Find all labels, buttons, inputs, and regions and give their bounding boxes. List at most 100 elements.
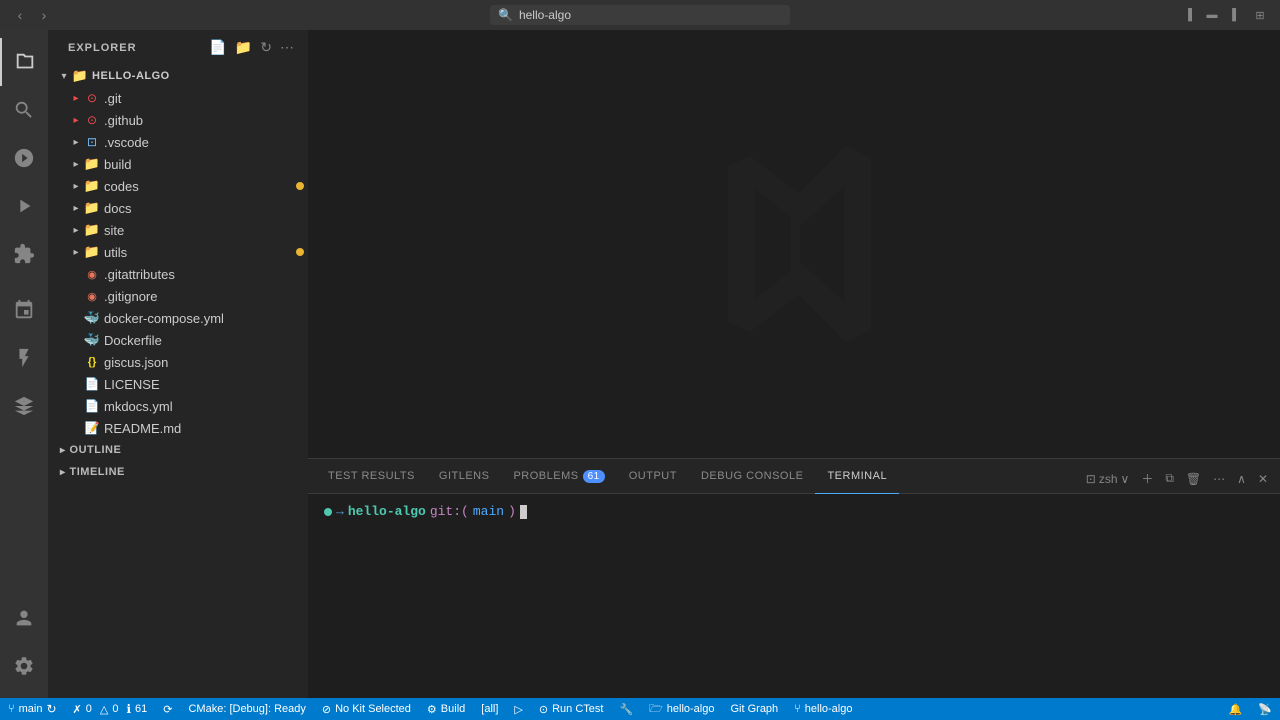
editor-area [308,30,1280,458]
tree-item-dockerfile[interactable]: ▸ 🐳 Dockerfile [48,329,308,351]
tab-output[interactable]: OUTPUT [617,459,689,494]
git-branch-icon: ⑂ [8,703,15,715]
activity-item-settings[interactable] [0,642,48,690]
tree-root[interactable]: ▾ 📁 HELLO-ALGO [48,65,308,87]
toggle-panel-button[interactable]: ▬ [1202,7,1222,23]
tree-item-docs[interactable]: ▸ 📁 docs [48,197,308,219]
status-cmake[interactable]: CMake: [Debug]: Ready [180,698,313,720]
vscode-logo-watermark [684,134,904,354]
tab-gitlens[interactable]: GITLENS [427,459,502,494]
tree-item-giscus[interactable]: ▸ {} giscus.json [48,351,308,373]
status-sync-btn[interactable]: ⟳ [155,698,180,720]
status-all-target[interactable]: [all] [473,698,506,720]
activity-item-run[interactable] [0,182,48,230]
status-branch[interactable]: ⑂ main ↻ [0,698,65,720]
search-bar[interactable]: 🔍 hello-algo [490,5,790,25]
terminal-directory: hello-algo [348,502,426,523]
tree-item-label: docs [104,201,308,216]
add-terminal-button[interactable]: ＋ [1137,468,1157,489]
tree-item-mkdocs[interactable]: ▸ 📄 mkdocs.yml [48,395,308,417]
problems-badge: 61 [583,470,605,483]
terminal-cursor [520,505,527,519]
testing-icon [13,347,35,369]
status-build[interactable]: ⚙ Build [419,698,473,720]
tree-item-utils[interactable]: ▸ 📁 utils [48,241,308,263]
tree-item-gitattributes[interactable]: ▸ ◉ .gitattributes [48,263,308,285]
maximize-panel-button[interactable]: ∧ [1233,470,1250,488]
trash-terminal-button[interactable]: 🗑 [1182,470,1205,488]
split-terminal-button[interactable]: ⧉ [1161,469,1178,488]
new-folder-button[interactable]: 📁 [233,37,254,58]
status-notifications[interactable]: 🔔 [1221,698,1251,720]
activity-item-remote[interactable] [0,286,48,334]
status-bar-left: ⑂ main ↻ ✗ 0 △ 0 ℹ 61 ⟳ CMake: [Debug]: … [0,698,860,720]
branch-name-label: hello-algo [805,703,853,715]
collapse-all-button[interactable]: ⋯ [278,37,296,58]
back-button[interactable]: ‹ [10,5,30,25]
status-cpp-tools[interactable]: 🔧 [611,698,641,720]
activity-item-cmake[interactable] [0,382,48,430]
refresh-button[interactable]: ↻ [258,37,274,58]
activity-item-explorer[interactable] [0,38,48,86]
tree-item-readme[interactable]: ▸ 📝 README.md [48,417,308,439]
status-folder[interactable]: 🗁 hello-algo [641,698,722,720]
activity-item-git[interactable] [0,134,48,182]
activity-item-testing[interactable] [0,334,48,382]
build-icon: ⚙ [427,703,437,716]
status-branch-name[interactable]: ⑂ hello-algo [786,698,860,720]
toggle-sidebar-button[interactable]: ▐ [1178,7,1198,23]
tab-label: TERMINAL [827,470,887,482]
panel-tabs: TEST RESULTS GITLENS PROBLEMS 61 OUTPUT … [308,459,1280,494]
status-git-graph[interactable]: Git Graph [722,698,786,720]
settings-icon [13,655,35,677]
outline-section[interactable]: ▸ OUTLINE [48,439,308,461]
activity-item-search[interactable] [0,86,48,134]
chevron-right-icon: ▸ [68,156,84,172]
close-panel-button[interactable]: ✕ [1254,470,1272,488]
tree-item-git[interactable]: ▸ ⊙ .git [48,87,308,109]
activity-item-account[interactable] [0,594,48,642]
new-file-button[interactable]: 📄 [207,37,228,58]
tab-label: GITLENS [439,470,490,482]
status-debug-run[interactable]: ▷ [506,698,530,720]
layout-options-button[interactable]: ⊞ [1250,7,1270,23]
status-broadcast[interactable]: 📡 [1250,698,1280,720]
source-control-icon [13,147,35,169]
branch-icon: ⑂ [794,703,801,715]
timeline-label: TIMELINE [70,466,125,478]
tree-item-build[interactable]: ▸ 📁 build [48,153,308,175]
tree-item-site[interactable]: ▸ 📁 site [48,219,308,241]
build-folder-icon: 📁 [84,156,100,172]
tree-item-vscode[interactable]: ▸ ⊡ .vscode [48,131,308,153]
no-kit-icon: ⊘ [322,703,331,716]
status-run-ctest[interactable]: ⊙ Run CTest [531,698,612,720]
sidebar-header: EXPLORER 📄 📁 ↻ ⋯ [48,30,308,65]
tab-test-results[interactable]: TEST RESULTS [316,459,427,494]
tree-item-label: mkdocs.yml [104,399,308,414]
all-target-label: [all] [481,703,498,715]
folder-label: hello-algo [667,703,715,715]
activity-bar [0,30,48,698]
status-errors[interactable]: ✗ 0 △ 0 ℹ 61 [65,698,156,720]
tree-item-license[interactable]: ▸ 📄 LICENSE [48,373,308,395]
tab-problems[interactable]: PROBLEMS 61 [501,459,616,494]
tab-debug-console[interactable]: DEBUG CONSOLE [689,459,815,494]
tree-item-gitignore[interactable]: ▸ ◉ .gitignore [48,285,308,307]
terminal-shell-button[interactable]: ⊡ zsh ∨ [1082,470,1134,488]
more-actions-button[interactable]: ⋯ [1209,470,1229,488]
forward-button[interactable]: › [34,5,54,25]
broadcast-icon: 📡 [1258,703,1272,716]
tree-item-docker-compose[interactable]: ▸ 🐳 docker-compose.yml [48,307,308,329]
timeline-section[interactable]: ▸ TIMELINE [48,461,308,483]
tree-item-github[interactable]: ▸ ⊙ .github [48,109,308,131]
status-no-kit[interactable]: ⊘ No Kit Selected [314,698,419,720]
terminal-content[interactable]: → hello-algo git:(main) [308,494,1280,698]
status-bar-right: 🔔 📡 [1221,698,1280,720]
tab-terminal[interactable]: TERMINAL [815,459,899,494]
activity-bar-bottom [0,594,48,698]
tree-item-codes[interactable]: ▸ 📁 codes [48,175,308,197]
chevron-right-icon: ▸ [68,134,84,150]
markdown-icon: 📝 [84,420,100,436]
activity-item-extensions[interactable] [0,230,48,278]
toggle-panel2-button[interactable]: ▌ [1226,7,1246,23]
